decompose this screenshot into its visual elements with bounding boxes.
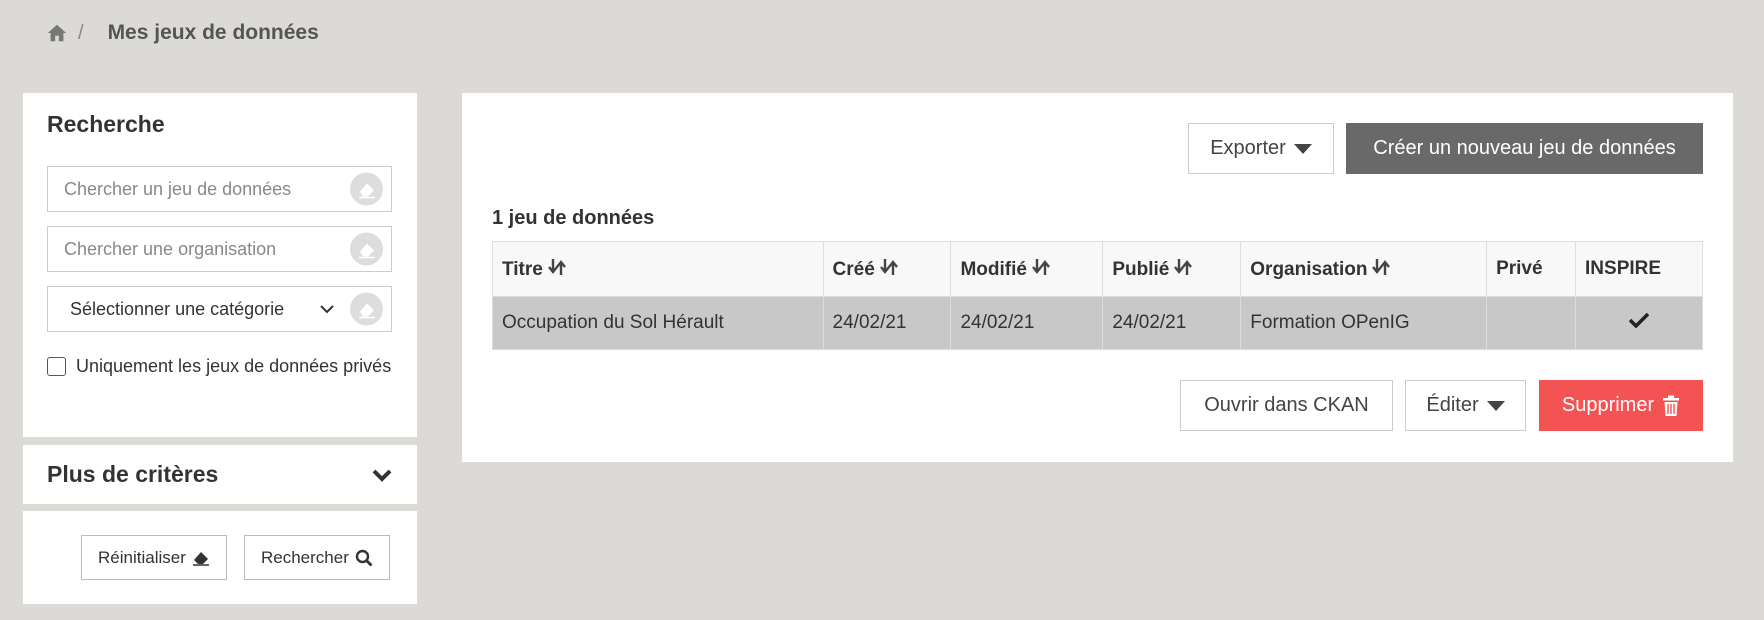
private-only-filter[interactable]: Uniquement les jeux de données privés — [47, 356, 393, 377]
eraser-icon — [358, 183, 375, 198]
column-header-modified[interactable]: Modifié — [950, 241, 1104, 297]
export-button[interactable]: Exporter — [1188, 123, 1334, 174]
eraser-icon — [358, 303, 375, 318]
organization-search-placeholder: Chercher une organisation — [64, 238, 277, 259]
trash-icon — [1663, 395, 1680, 416]
search-icon — [355, 549, 373, 566]
column-published-label: Publié — [1112, 259, 1170, 280]
cell-inspire — [1575, 296, 1703, 350]
home-icon[interactable] — [46, 22, 68, 44]
column-created-label: Créé — [832, 259, 875, 280]
clear-dataset-search-button[interactable] — [350, 172, 383, 206]
column-private-label: Privé — [1496, 258, 1543, 279]
column-header-published[interactable]: Publié — [1102, 241, 1242, 297]
more-criteria-title: Plus de critères — [47, 461, 219, 487]
table-header-row: Titre Créé Modifié Publié Organisation P… — [492, 241, 1703, 297]
column-header-created[interactable]: Créé — [822, 241, 952, 297]
more-criteria-toggle[interactable]: Plus de critères — [23, 445, 417, 504]
search-actions-panel: Réinitialiser Rechercher — [23, 511, 417, 604]
private-only-label: Uniquement les jeux de données privés — [76, 356, 392, 376]
sort-icon — [1174, 259, 1193, 275]
column-organization-label: Organisation — [1250, 259, 1368, 280]
open-in-ckan-button[interactable]: Ouvrir dans CKAN — [1180, 380, 1393, 431]
export-label: Exporter — [1210, 137, 1286, 159]
datasets-panel: Exporter Créer un nouveau jeu de données… — [462, 93, 1733, 462]
delete-label: Supprimer — [1561, 394, 1655, 416]
dataset-search-placeholder: Chercher un jeu de données — [64, 178, 292, 199]
column-header-private: Privé — [1486, 241, 1577, 297]
breadcrumb-current: Mes jeux de données — [107, 21, 319, 44]
cell-private — [1486, 296, 1577, 350]
reset-label: Réinitialiser — [98, 547, 186, 567]
cell-created: 24/02/21 — [822, 296, 952, 350]
search-label: Rechercher — [261, 547, 349, 567]
column-header-inspire: INSPIRE — [1575, 241, 1703, 297]
open-in-ckan-label: Ouvrir dans CKAN — [1204, 394, 1369, 416]
breadcrumb: / Mes jeux de données — [46, 20, 319, 46]
category-select-value: Sélectionner une catégorie — [70, 298, 285, 319]
caret-down-icon — [1486, 400, 1505, 411]
chevron-down-icon — [372, 469, 392, 482]
category-select[interactable]: Sélectionner une catégorie — [47, 286, 392, 332]
sort-icon — [1032, 259, 1050, 275]
create-dataset-label: Créer un nouveau jeu de données — [1373, 137, 1676, 159]
eraser-icon — [358, 243, 375, 258]
sort-icon — [1372, 259, 1391, 275]
search-button[interactable]: Rechercher — [244, 535, 390, 580]
chevron-down-icon — [320, 305, 334, 314]
delete-button[interactable]: Supprimer — [1539, 380, 1703, 431]
dataset-search-input[interactable]: Chercher un jeu de données — [47, 166, 392, 212]
column-header-organization[interactable]: Organisation — [1240, 241, 1488, 297]
column-inspire-label: INSPIRE — [1585, 258, 1662, 279]
cell-title: Occupation du Sol Hérault — [492, 296, 824, 350]
private-only-checkbox[interactable] — [47, 357, 66, 376]
clear-organization-search-button[interactable] — [350, 232, 383, 266]
sort-icon — [879, 259, 898, 275]
reset-button[interactable]: Réinitialiser — [81, 535, 227, 580]
column-header-title[interactable]: Titre — [492, 241, 824, 297]
cell-published: 24/02/21 — [1102, 296, 1242, 350]
cell-organization: Formation OPenIG — [1240, 296, 1488, 350]
create-dataset-button[interactable]: Créer un nouveau jeu de données — [1346, 123, 1703, 174]
search-panel: Recherche Chercher un jeu de données Che… — [23, 93, 417, 437]
sort-icon — [547, 259, 566, 275]
caret-down-icon — [1293, 143, 1312, 154]
datasets-table: Titre Créé Modifié Publié Organisation P… — [492, 241, 1703, 350]
check-icon — [1628, 312, 1650, 329]
clear-category-button[interactable] — [350, 292, 383, 326]
cell-modified: 24/02/21 — [950, 296, 1104, 350]
eraser-icon — [192, 551, 209, 566]
search-title: Recherche — [47, 111, 165, 137]
table-row[interactable]: Occupation du Sol Hérault 24/02/21 24/02… — [492, 296, 1703, 350]
column-title-label: Titre — [502, 259, 543, 280]
organization-search-input[interactable]: Chercher une organisation — [47, 226, 392, 272]
column-modified-label: Modifié — [960, 259, 1027, 280]
results-count: 1 jeu de données — [492, 207, 655, 229]
edit-label: Éditer — [1426, 394, 1479, 416]
edit-button[interactable]: Éditer — [1405, 380, 1526, 431]
breadcrumb-separator: / — [78, 21, 84, 44]
